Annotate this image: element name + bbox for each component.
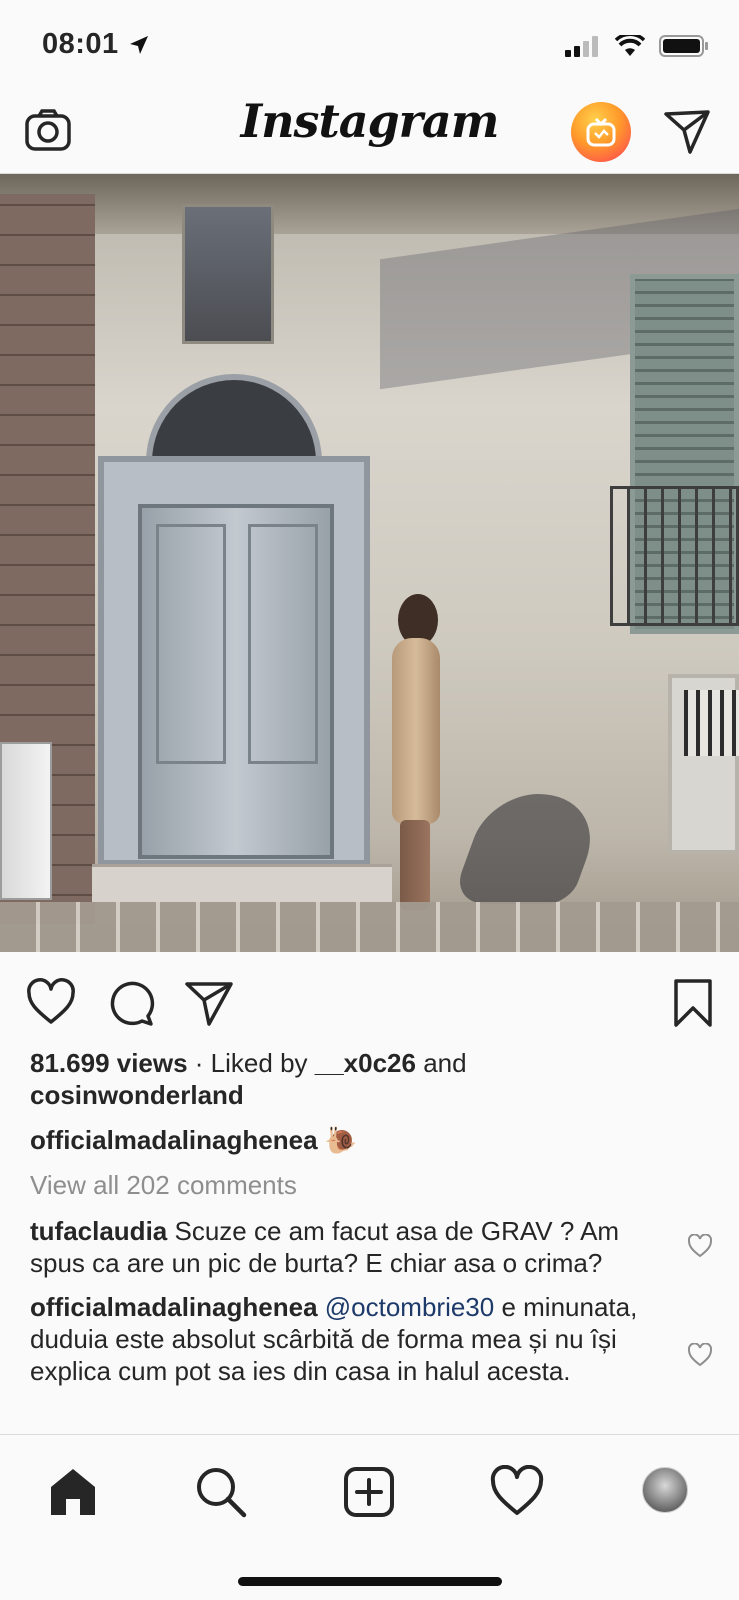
woman-figure [386, 594, 450, 914]
wifi-icon [615, 35, 645, 56]
status-indicators [565, 34, 709, 58]
comment-author[interactable]: officialmadalinaghenea [30, 1292, 318, 1322]
home-indicator [238, 1577, 502, 1586]
post-actions [0, 970, 739, 1030]
comment: tufaclaudia Scuze ce am facut asa de GRA… [30, 1215, 670, 1279]
battery-icon [659, 35, 708, 57]
comment-mention[interactable]: @octombrie30 [318, 1292, 494, 1322]
bookmark-icon[interactable] [668, 978, 718, 1028]
view-all-comments-link[interactable]: View all 202 comments [30, 1169, 710, 1201]
view-count[interactable]: 81.699 views [30, 1048, 188, 1078]
post-caption: officialmadalinaghenea 🐌 [30, 1124, 710, 1156]
window-grille [684, 690, 739, 756]
new-post-icon[interactable] [342, 1465, 396, 1519]
status-time: 08:01 [42, 28, 119, 60]
activity-heart-icon[interactable] [490, 1465, 544, 1519]
door-panel-left [156, 524, 226, 764]
direct-message-icon[interactable] [662, 106, 712, 156]
like-heart-icon[interactable] [26, 978, 76, 1028]
liked-by-prefix: · Liked by [187, 1048, 315, 1078]
share-icon[interactable] [184, 978, 234, 1028]
profile-avatar[interactable] [642, 1467, 688, 1513]
step [92, 864, 392, 902]
comment-icon[interactable] [106, 978, 156, 1028]
status-bar: 08:01 [0, 0, 739, 90]
app-header: Instagram [0, 90, 739, 174]
liked-by-user[interactable]: __x0c26 [315, 1048, 416, 1078]
liked-by-user[interactable]: cosinwonderland [30, 1080, 244, 1110]
search-icon[interactable] [194, 1465, 248, 1519]
comment-author[interactable]: tufaclaudia [30, 1216, 167, 1246]
caption-text: 🐌 [317, 1125, 358, 1155]
pavement [0, 902, 739, 952]
caption-author[interactable]: officialmadalinaghenea [30, 1125, 318, 1155]
signal-icon [565, 36, 598, 57]
balcony-railing [610, 486, 739, 626]
comment: officialmadalinaghenea @octombrie30 e mi… [30, 1291, 670, 1387]
igtv-icon[interactable] [571, 102, 631, 162]
arched-window [146, 374, 322, 464]
location-arrow-icon [130, 36, 148, 54]
liked-by-and: and [415, 1048, 467, 1078]
utility-box [0, 742, 52, 900]
post-video[interactable] [0, 174, 739, 952]
likes-line: 81.699 views · Liked by __x0c26 and cosi… [30, 1047, 710, 1111]
home-icon[interactable] [46, 1465, 100, 1519]
woman-legs [400, 820, 430, 910]
comment-like-heart-icon[interactable] [687, 1343, 713, 1367]
woman-shadow [449, 794, 611, 904]
door-panel-right [248, 524, 318, 764]
bottom-tab-bar [0, 1434, 739, 1600]
comment-like-heart-icon[interactable] [687, 1234, 713, 1258]
wall-icon-painting [182, 204, 274, 344]
woman-dress [392, 638, 440, 824]
